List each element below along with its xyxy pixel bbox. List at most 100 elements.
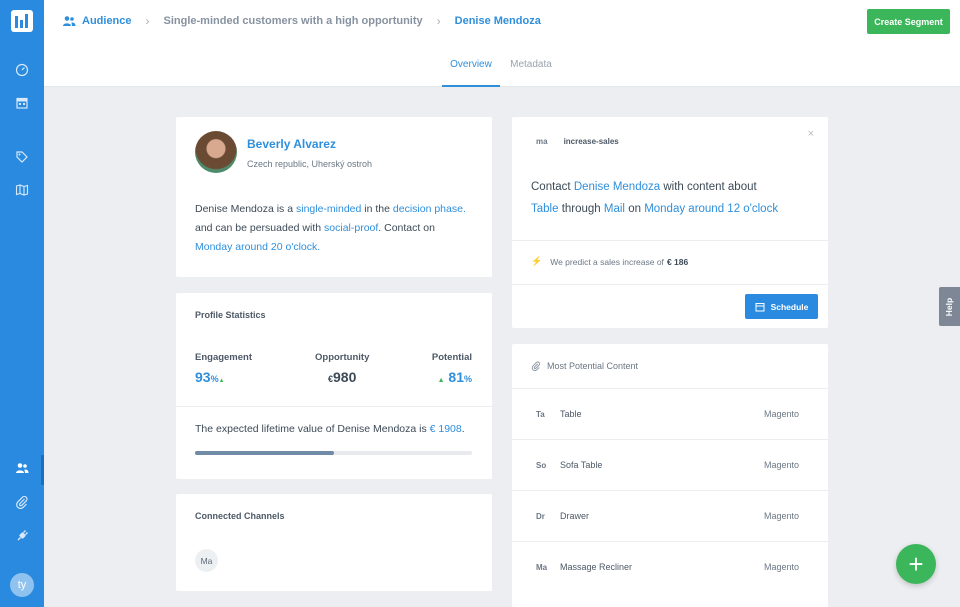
desc-text: and can be persuaded with xyxy=(195,222,325,234)
tags-icon[interactable] xyxy=(12,147,32,167)
stat-label: Engagement xyxy=(195,352,253,363)
schedule-button[interactable]: Schedule xyxy=(745,294,818,319)
content-source: Magento xyxy=(764,409,800,419)
chevron-right-icon: › xyxy=(436,14,441,28)
content-abbr: Ta xyxy=(536,409,545,419)
top-header: Audience › Single-minded customers with … xyxy=(44,0,960,87)
reco-text: on xyxy=(625,203,645,215)
divider xyxy=(176,406,492,407)
app-logo[interactable] xyxy=(11,10,33,32)
lifetime-value[interactable]: € 1908 xyxy=(430,423,462,435)
persuasion-link[interactable]: social-proof xyxy=(324,222,378,234)
content-link[interactable]: Table xyxy=(531,203,559,215)
content-name: Massage Recliner xyxy=(560,562,633,572)
add-fab-button[interactable]: + xyxy=(896,544,936,584)
reco-text: Contact xyxy=(531,181,574,193)
time-link[interactable]: Monday around 12 o'clock xyxy=(644,203,778,215)
dashboard-icon[interactable] xyxy=(12,60,32,80)
lifetime-end: . xyxy=(461,423,465,435)
sidebar: ty xyxy=(0,0,44,607)
lifetime-label: The expected lifetime value of Denise Me… xyxy=(195,423,430,435)
tab-metadata[interactable]: Metadata xyxy=(502,52,560,87)
potential-stat: Potential ▲ 81% xyxy=(432,352,472,385)
content-row[interactable]: Ta Table Magento xyxy=(512,388,828,439)
trait-link[interactable]: single-minded xyxy=(296,203,361,215)
breadcrumb-segment[interactable]: Single-minded customers with a high oppo… xyxy=(164,15,423,27)
breadcrumb: Audience › Single-minded customers with … xyxy=(62,14,541,28)
desc-text: in the xyxy=(361,203,393,215)
content-title: Most Potential Content xyxy=(547,361,639,371)
channel-link[interactable]: Mail xyxy=(604,203,625,215)
calendar-icon[interactable] xyxy=(12,93,32,113)
content-abbr: Dr xyxy=(536,511,545,521)
divider xyxy=(512,240,828,241)
plus-icon: + xyxy=(908,549,924,579)
content-row[interactable]: Dr Drawer Magento xyxy=(512,490,828,541)
most-potential-content-card: Most Potential Content Ta Table Magento … xyxy=(512,344,828,607)
chevron-right-icon: › xyxy=(145,14,150,28)
attachment-icon xyxy=(531,361,540,371)
trend-up-icon: ▲ xyxy=(437,377,445,384)
plug-icon[interactable] xyxy=(12,526,32,546)
help-tab[interactable]: Help xyxy=(939,287,960,326)
user-avatar[interactable]: ty xyxy=(10,573,34,597)
opportunity-value: 980 xyxy=(333,369,357,385)
profile-name[interactable]: Beverly Alvarez xyxy=(247,137,336,151)
breadcrumb-audience[interactable]: Audience xyxy=(82,15,132,27)
recommendation-tag: ma increase-sales xyxy=(536,137,619,146)
sidebar-active-indicator xyxy=(41,455,44,485)
profile-statistics-card: Profile Statistics Engagement 93%▲ Oppor… xyxy=(176,293,492,479)
prediction-text: ⚡ We predict a sales increase of € 186 xyxy=(531,256,688,267)
tag-label: increase-sales xyxy=(563,137,619,146)
lifetime-value-text: The expected lifetime value of Denise Me… xyxy=(195,423,465,435)
content-source: Magento xyxy=(764,511,800,521)
engagement-value: 93 xyxy=(195,369,211,385)
phase-link[interactable]: decision phase. xyxy=(393,203,466,215)
potential-value: 81 xyxy=(448,369,464,385)
opportunity-stat: Opportunity €980 xyxy=(315,352,369,385)
tab-overview[interactable]: Overview xyxy=(442,52,500,87)
profile-description: Denise Mendoza is a single-minded in the… xyxy=(195,200,475,257)
stat-value: 93%▲ xyxy=(195,369,252,385)
percent-unit: % xyxy=(463,374,472,384)
channel-badge-mail[interactable]: Ma xyxy=(195,549,218,572)
progress-fill xyxy=(195,451,334,455)
desc-subject: Denise Mendoza xyxy=(195,203,274,215)
calendar-icon xyxy=(755,302,765,311)
content-row[interactable]: So Sofa Table Magento xyxy=(512,439,828,490)
content-row[interactable]: Ma Massage Recliner Magento xyxy=(512,541,828,592)
trend-up-icon: ▲ xyxy=(218,378,225,384)
content-abbr: Ma xyxy=(536,562,548,572)
close-icon[interactable]: × xyxy=(808,128,814,140)
recommendation-text: Contact Denise Mendoza with content abou… xyxy=(531,176,811,220)
connected-channels-card: Connected Channels Ma xyxy=(176,494,492,591)
recommendation-card: ma increase-sales × Contact Denise Mendo… xyxy=(512,117,828,328)
card-title: Most Potential Content xyxy=(531,361,638,371)
reco-text: with content about xyxy=(660,181,757,193)
audience-icon[interactable] xyxy=(12,458,32,478)
stat-label: Potential xyxy=(431,352,472,363)
desc-text: . Contact on xyxy=(378,222,435,234)
content-source: Magento xyxy=(764,562,800,572)
lifetime-progress-bar xyxy=(195,451,472,455)
stat-value: €980 xyxy=(315,369,369,385)
content-name: Table xyxy=(560,409,582,419)
predict-value: € 186 xyxy=(666,256,689,267)
lightning-icon: ⚡ xyxy=(531,256,543,266)
help-label: Help xyxy=(944,297,955,316)
tab-bar: Overview Metadata xyxy=(442,52,562,87)
schedule-label: Schedule xyxy=(770,301,809,312)
person-link[interactable]: Denise Mendoza xyxy=(574,181,660,193)
predict-label: We predict a sales increase of xyxy=(550,256,664,267)
contact-time-link[interactable]: Monday around 20 o'clock. xyxy=(195,241,320,253)
stat-label: Opportunity xyxy=(315,352,370,363)
content-name: Drawer xyxy=(560,511,590,521)
create-segment-button[interactable]: Create Segment xyxy=(867,9,950,34)
card-title: Profile Statistics xyxy=(195,310,266,320)
stat-value: ▲ 81% xyxy=(432,369,472,385)
engagement-stat: Engagement 93%▲ xyxy=(195,352,252,385)
breadcrumb-current: Denise Mendoza xyxy=(454,15,541,27)
reco-text: through xyxy=(558,203,604,215)
attachment-icon[interactable] xyxy=(12,492,32,512)
map-icon[interactable] xyxy=(12,180,32,200)
